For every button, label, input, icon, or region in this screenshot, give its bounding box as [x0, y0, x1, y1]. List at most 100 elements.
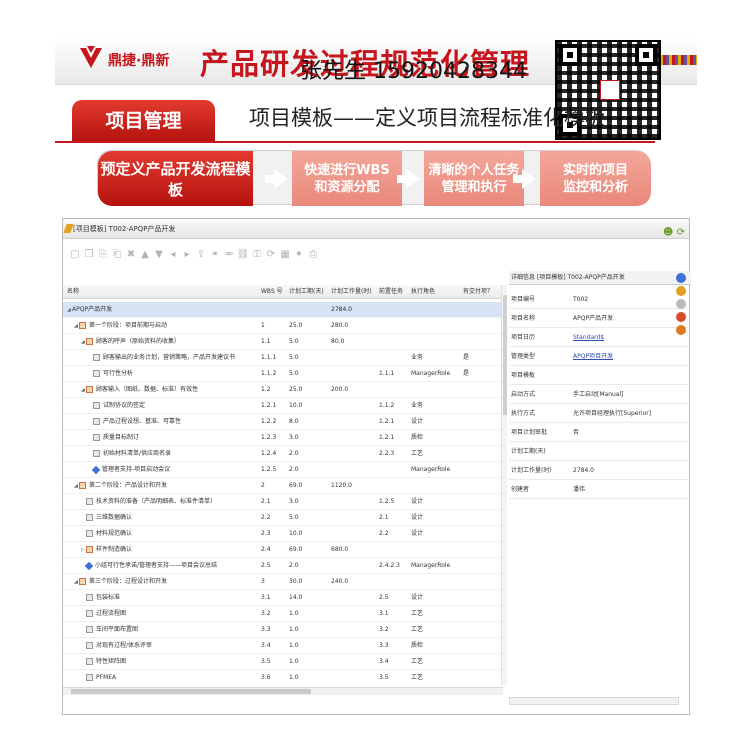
chain-icon[interactable]: ⛓: [237, 248, 250, 260]
cell-wbs: 1.2.5: [261, 466, 277, 473]
cell-work: [331, 638, 379, 654]
task-icon: [86, 514, 93, 521]
indent-icon[interactable]: ◂: [167, 248, 179, 260]
table-row[interactable]: ◢APQP产品开发 2784.0: [63, 302, 503, 318]
table-row[interactable]: 三维数据确认 2.2 5.0 2.1 设计: [63, 510, 503, 526]
row-label: 第一个阶段：项目前期与启动: [89, 322, 168, 329]
row-name: PFMEA: [81, 670, 257, 685]
refresh-icon[interactable]: ⟳: [265, 248, 277, 260]
cell-wbs: 2: [261, 482, 265, 489]
cell-deliv: [463, 590, 499, 606]
move-up-icon[interactable]: ▲: [139, 248, 151, 260]
details-scrollbar[interactable]: [509, 697, 679, 705]
detail-label: 启动方式: [511, 391, 536, 398]
scroll-thumb[interactable]: [503, 295, 507, 415]
table-row[interactable]: 质量目标制订 1.2.3 3.0 1.2.1 质检: [63, 430, 503, 446]
cell-role: ManagerRole: [411, 370, 451, 377]
table-row[interactable]: 试制协议的签定 1.2.1 10.0 1.1.2 业务: [63, 398, 503, 414]
table-row[interactable]: 顾客输出的业务计划，营销策略，产品开发建议书 1.1.1 5.0 业务 是: [63, 350, 503, 366]
outdent-icon[interactable]: ▸: [181, 248, 193, 260]
lock-icon[interactable]: ⚿: [251, 248, 263, 260]
move-down-icon[interactable]: ▼: [153, 248, 165, 260]
cell-role: 质检: [411, 642, 424, 649]
export-icon[interactable]: ⇪: [195, 248, 207, 260]
row-label: 顾客的呼声（原始资料的收集）: [96, 338, 181, 345]
print-icon[interactable]: ⎙: [307, 248, 319, 260]
process-flow: 预定义产品开发流程模板 快速进行WBS 和资源分配 清晰的个人任务 管理和执行 …: [97, 150, 651, 206]
row-label: 三维数据确认: [96, 514, 133, 521]
table-row[interactable]: PFMEA 3.6 1.0 3.5 工艺: [63, 670, 503, 685]
cell-deliv: [463, 542, 499, 558]
table-row[interactable]: 包装标准 3.1 14.0 2.5 设计: [63, 590, 503, 606]
medal-icon[interactable]: [676, 286, 686, 296]
refresh-icon[interactable]: ⟳: [677, 227, 685, 238]
row-label: 过程流程图: [96, 610, 127, 617]
tab-project-management[interactable]: 项目管理: [72, 100, 215, 142]
cell-pred: 2.2.3: [379, 450, 395, 457]
cell-deliv: [463, 478, 499, 494]
detail-row: 项目日历 Standard$: [509, 329, 691, 347]
col-name[interactable]: 名称: [67, 285, 257, 299]
cell-dur: 25.0: [289, 386, 303, 393]
table-row[interactable]: ◢ 顾客输入（图纸、数据、标准）有效性 1.2 25.0 200.0: [63, 382, 503, 398]
row-name: ◢ 第二个阶段：产品设计和开发: [74, 478, 257, 494]
cell-pred: [379, 478, 409, 494]
col-duration[interactable]: 计划工期(天): [289, 285, 329, 299]
table-row[interactable]: 特性矩阵图 3.5 1.0 3.4 工艺: [63, 654, 503, 670]
unlink-icon[interactable]: ⚮: [223, 248, 235, 260]
table-row[interactable]: 产品过程设想、基准、可靠性 1.2.2 8.0 1.2.1 设计: [63, 414, 503, 430]
table-row[interactable]: 初始材料清单/供应商名录 1.2.4 2.0 2.2.3 工艺: [63, 446, 503, 462]
link-icon[interactable]: ⚭: [209, 248, 221, 260]
info-icon[interactable]: [676, 273, 686, 283]
table-row[interactable]: 车间平面布置图 3.3 1.0 3.2 工艺: [63, 622, 503, 638]
table-row[interactable]: 过程流程图 3.2 1.0 3.1 工艺: [63, 606, 503, 622]
paste-icon[interactable]: ⎘: [97, 248, 109, 260]
flow-step-template: 预定义产品开发流程模板: [98, 151, 253, 206]
row-name: ◢ 顾客的呼声（原始资料的收集）: [81, 334, 257, 350]
copy-icon[interactable]: ❐: [83, 248, 95, 260]
row-name: 包装标准: [81, 590, 257, 606]
calendar-icon[interactable]: ▦: [279, 248, 291, 260]
table-row[interactable]: ◢ 第一个阶段：项目前期与启动 1 25.0 280.0: [63, 318, 503, 334]
table-row[interactable]: 小组可行性承诺/管理者支持——项目会议总结 2.5 2.0 2.4.2.3 Manage…: [63, 558, 503, 574]
table-row[interactable]: ◢ 顾客的呼声（原始资料的收集） 1.1 5.0 80.0: [63, 334, 503, 350]
cell-wbs: 1.1.1: [261, 354, 277, 361]
pin-icon[interactable]: [676, 325, 686, 335]
new-icon[interactable]: ▢: [69, 248, 81, 260]
table-row[interactable]: ◢ 第二个阶段：产品设计和开发 2 69.0 1120.0: [63, 478, 503, 494]
col-deliverable[interactable]: 有交付项？: [463, 285, 499, 299]
delete-icon[interactable]: ✖: [125, 248, 137, 260]
table-row[interactable]: ◢ 第三个阶段：过程设计和开发 3 30.0 240.0: [63, 574, 503, 590]
flow-step-tasks: 清晰的个人任务 管理和执行: [424, 151, 524, 206]
cell-deliv: [463, 510, 499, 526]
horizontal-scrollbar[interactable]: [63, 687, 503, 695]
col-wbs[interactable]: WBS 号: [261, 285, 289, 299]
user-icon[interactable]: ☻: [663, 227, 673, 238]
table-row[interactable]: 管理者支持-项目启动会议 1.2.5 2.0 ManagerRole: [63, 462, 503, 478]
cell-pred: [379, 574, 409, 590]
col-work[interactable]: 计划工作量(时): [331, 285, 379, 299]
chart-icon[interactable]: [676, 312, 686, 322]
table-row[interactable]: ▷ 样件制造确认 2.4 69.0 680.0: [63, 542, 503, 558]
scroll-thumb[interactable]: [71, 689, 311, 694]
highlight-icon[interactable]: ✦: [293, 248, 305, 260]
detail-value: 允许项目经理执行[Superior]: [573, 410, 652, 417]
window-actions: ☻ ⟳: [663, 223, 685, 243]
table-row[interactable]: 材料规范确认 2.3 10.0 2.2 设计: [63, 526, 503, 542]
cell-pred: 3.4: [379, 658, 389, 665]
table-row[interactable]: 对现有过程/体系评审 3.4 1.0 3.3 质检: [63, 638, 503, 654]
paste-special-icon[interactable]: ⎗: [111, 248, 123, 260]
detail-label: 计划工期(天): [511, 448, 546, 455]
cell-deliv: [463, 606, 499, 622]
cell-dur: 5.0: [289, 338, 299, 345]
vertical-scrollbar[interactable]: [501, 285, 507, 685]
task-icon: [86, 642, 93, 649]
table-row[interactable]: 可行性分析 1.1.2 5.0 1.1.1 ManagerRole 是: [63, 366, 503, 382]
col-predecessor[interactable]: 前置任务: [379, 285, 409, 299]
table-row[interactable]: 技术资料的准备（产品明细表、标准件清单） 2.1 3.0 1.2.5 设计: [63, 494, 503, 510]
col-role[interactable]: 执行角色: [411, 285, 461, 299]
detail-link[interactable]: APQP项目开发: [573, 348, 691, 366]
task-icon: [86, 610, 93, 617]
row-name: 材料规范确认: [81, 526, 257, 542]
pen-icon[interactable]: [676, 299, 686, 309]
